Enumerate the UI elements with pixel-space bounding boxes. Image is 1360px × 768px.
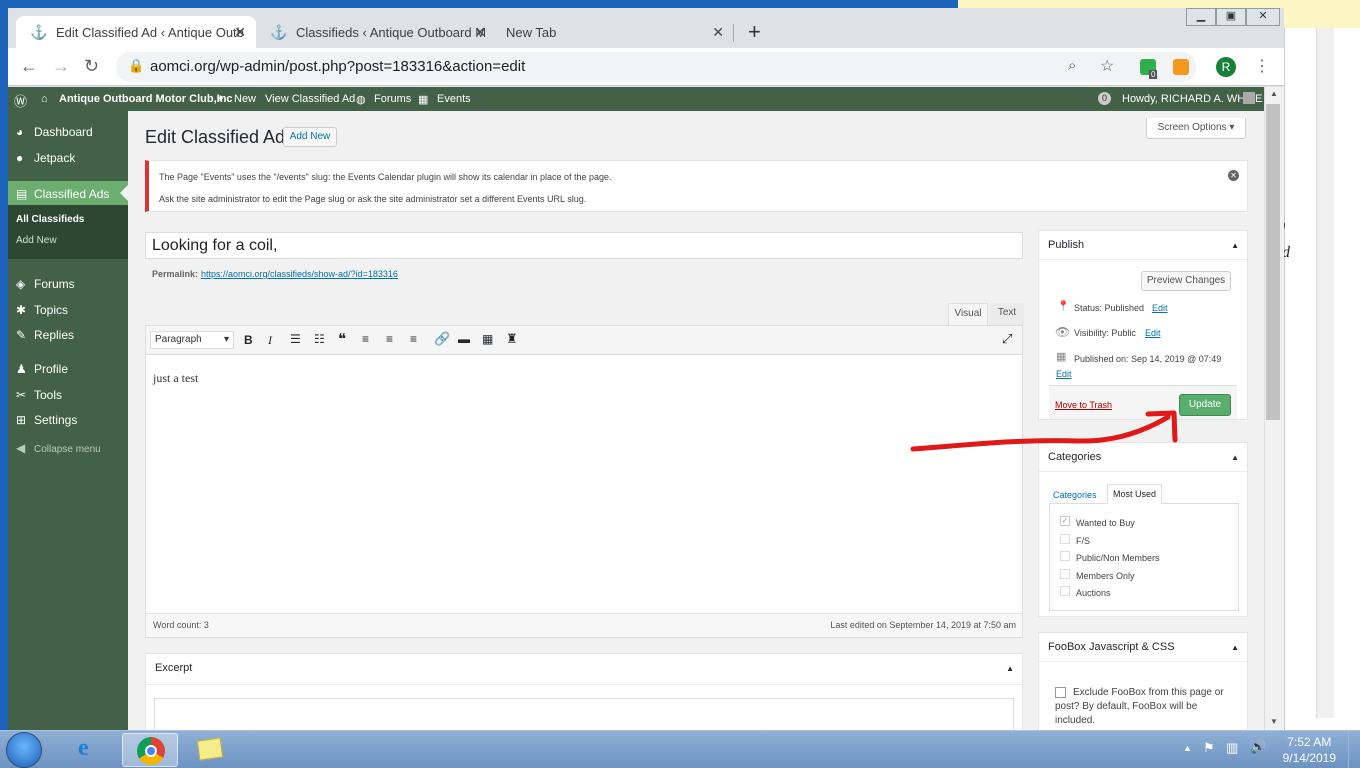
network-icon[interactable]: ▥ (1226, 740, 1238, 756)
browser-toolbar: ← → ↻ 🔒 aomci.org/wp-admin/post.php?post… (8, 48, 1284, 86)
tab-most-used[interactable]: Most Used (1107, 484, 1162, 504)
new-tab-button[interactable]: + (748, 21, 761, 43)
url-text[interactable]: aomci.org/wp-admin/post.php?post=183316&… (150, 58, 525, 75)
tray-expand-icon[interactable]: ▲ (1183, 743, 1192, 753)
sticky-note-icon (196, 737, 224, 761)
bookmark-star-icon[interactable]: ☆ (1100, 56, 1114, 76)
address-bar[interactable]: 🔒 aomci.org/wp-admin/post.php?post=18331… (116, 52, 1196, 82)
internet-explorer-icon[interactable]: e (62, 733, 118, 767)
zoom-icon[interactable]: ⌕ (1068, 57, 1076, 74)
kebab-menu-icon[interactable]: ⋮ (1254, 56, 1270, 76)
annotation-arrow-shaft (910, 414, 1171, 452)
lock-icon: 🔒 (128, 58, 145, 73)
site-favicon-icon: ⚓ (270, 24, 288, 40)
sticky-notes-icon[interactable] (182, 733, 238, 767)
scroll-down-icon[interactable]: ▼ (1270, 717, 1278, 726)
close-tab-icon[interactable]: ✕ (234, 24, 246, 41)
tab-strip: ⚓ Edit Classified Ad ‹ Antique Outb ✕ ⚓ … (8, 8, 1284, 48)
forward-icon[interactable]: → (52, 56, 70, 77)
annotation-arrow (910, 410, 1178, 452)
tab-separator (733, 24, 734, 42)
clock-time: 7:52 AM (1287, 735, 1332, 749)
back-icon[interactable]: ← (20, 56, 38, 77)
scroll-up-icon[interactable]: ▲ (1270, 89, 1278, 98)
start-button[interactable] (6, 732, 42, 768)
action-center-icon[interactable]: ⚑ (1203, 740, 1215, 756)
background-window-scrollbar[interactable] (1316, 28, 1334, 718)
reload-icon[interactable]: ↻ (84, 56, 99, 77)
site-favicon-icon: ⚓ (30, 24, 48, 40)
show-desktop-button[interactable] (1348, 731, 1360, 768)
clock-date: 9/14/2019 (1282, 751, 1336, 765)
system-clock[interactable]: 7:52 AM 9/14/2019 (1283, 734, 1336, 766)
close-tab-icon[interactable]: ✕ (474, 24, 486, 41)
ie-logo-icon: e (78, 735, 89, 761)
extension-badge: 0 (1149, 70, 1158, 79)
volume-icon[interactable]: 🔊 (1250, 739, 1266, 755)
windows-taskbar: e ▲ ⚑ ▥ 🔊 7:52 AM 9/14/2019 (0, 730, 1360, 768)
tab-edit-classified[interactable]: ⚓ Edit Classified Ad ‹ Antique Outb ✕ (16, 16, 256, 48)
chrome-taskbar-icon[interactable] (122, 733, 178, 767)
close-tab-icon[interactable]: ✕ (712, 24, 724, 41)
wp-admin-page: Ⓦ ⌂ Antique Outboard Motor Club,Inc + Ne… (8, 87, 1264, 730)
browser-window: ▁ ▣ ✕ ⚓ Edit Classified Ad ‹ Antique Out… (8, 8, 1284, 730)
chrome-logo-center (145, 745, 157, 757)
page-scrollbar-thumb[interactable] (1266, 104, 1280, 420)
profile-avatar[interactable]: R (1216, 57, 1236, 77)
tab-new-tab[interactable]: New Tab ✕ (494, 16, 734, 48)
tab-classifieds[interactable]: ⚓ Classifieds ‹ Antique Outboard M ✕ (256, 16, 496, 48)
extension-lock-icon[interactable] (1173, 59, 1189, 75)
